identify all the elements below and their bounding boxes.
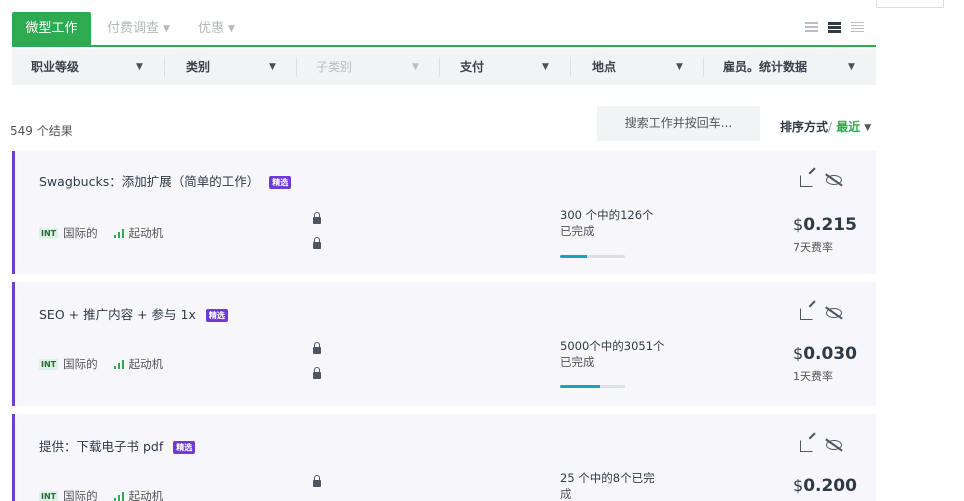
hide-eye-icon[interactable] [826, 440, 842, 450]
search-input[interactable]: 搜索工作并按回车... [597, 106, 760, 141]
list-view-icon[interactable] [805, 21, 819, 34]
chevron-down-icon[interactable]: ▼ [542, 49, 549, 85]
filter-category[interactable]: 类别 [186, 49, 210, 85]
sort-dropdown[interactable]: 排序方式/ 最近 ▼ [780, 118, 871, 135]
job-title-text: 提供：下载电子书 pdf [39, 439, 164, 454]
featured-badge: 精选 [173, 441, 196, 454]
result-count: 549 个结果 [10, 124, 73, 138]
external-link-icon[interactable] [800, 308, 813, 320]
progress-count: 5000个中的3051个 [560, 339, 665, 353]
featured-badge: 精选 [269, 176, 292, 189]
tab-label: 付费调查 [107, 21, 160, 36]
tab-label: 优惠 [198, 21, 225, 36]
location-label: 国际的 [63, 357, 98, 371]
pay-amount: 0.030 [803, 344, 857, 364]
sort-value: 最近 [836, 120, 861, 134]
international-tag: INT [39, 228, 59, 239]
external-link-icon[interactable] [800, 440, 813, 452]
lock-icon [313, 475, 321, 487]
level-bars-icon [113, 492, 124, 501]
card-actions [800, 306, 850, 322]
hide-eye-icon[interactable] [826, 175, 842, 185]
currency-symbol: $ [793, 476, 804, 495]
job-title-text: Swagbucks：添加扩展（简单的工作） [39, 174, 260, 189]
progress-status: 已完成 [560, 224, 595, 238]
success-rate: 1天费率 [793, 370, 833, 383]
progress-text: 300 个中的126个 已完成 [560, 207, 654, 239]
level-bars-icon [113, 229, 124, 238]
chevron-down-icon[interactable]: ▼ [136, 49, 143, 85]
location-label: 国际的 [63, 489, 98, 501]
external-link-icon[interactable] [800, 175, 813, 187]
level-label: 起动机 [128, 226, 164, 240]
location-label: 国际的 [63, 226, 98, 240]
progress-text: 5000个中的3051个 已完成 [560, 338, 665, 370]
progress-status: 成 [560, 487, 572, 501]
job-title-text: SEO + 推广内容 + 参与 1x [39, 307, 196, 322]
chevron-down-icon[interactable]: ▼ [848, 49, 855, 85]
chevron-down-icon[interactable]: ▼ [269, 49, 276, 85]
chevron-down-icon: ▼ [163, 24, 170, 34]
chevron-down-icon: ▼ [864, 123, 872, 133]
filter-bar: 职业等级 ▼ 类别 ▼ 子类别 ▼ 支付 ▼ 地点 ▼ 雇员。统计数据 ▼ [12, 49, 876, 85]
payment: $0.200 [793, 476, 857, 496]
lock-icon [313, 367, 321, 379]
progress-status: 已完成 [560, 355, 595, 369]
job-title[interactable]: Swagbucks：添加扩展（简单的工作） 精选 [39, 171, 292, 190]
job-tags: INT 国际的 起动机 [39, 488, 163, 501]
job-title[interactable]: SEO + 推广内容 + 参与 1x 精选 [39, 304, 228, 323]
progress-count: 25 个中的8个已完 [560, 471, 655, 485]
tab-paid-surveys[interactable]: 付费调查 ▼ [107, 12, 170, 45]
filter-payment[interactable]: 支付 [460, 49, 484, 85]
progress-bar [560, 255, 625, 258]
dense-view-icon[interactable] [851, 21, 864, 34]
pay-amount: 0.215 [803, 215, 857, 235]
job-tags: INT 国际的 起动机 [39, 356, 163, 372]
tab-offers[interactable]: 优惠 ▼ [198, 12, 235, 45]
level-bars-icon [113, 360, 124, 369]
job-card[interactable]: Swagbucks：添加扩展（简单的工作） 精选 INT 国际的 起动机 300 个中… [12, 151, 876, 274]
filter-job-level[interactable]: 职业等级 [31, 49, 79, 85]
payment: $0.215 7天费率 [793, 215, 857, 255]
featured-badge: 精选 [205, 309, 228, 322]
progress-text: 25 个中的8个已完 成 [560, 470, 655, 501]
currency-symbol: $ [793, 215, 804, 234]
payment: $0.030 1天费率 [793, 344, 857, 384]
lock-icon [313, 212, 321, 224]
hide-eye-icon[interactable] [826, 308, 842, 318]
tab-microjobs[interactable]: 微型工作 [12, 12, 91, 45]
job-card[interactable]: SEO + 推广内容 + 参与 1x 精选 INT 国际的 起动机 5000个中的30… [12, 282, 876, 406]
category-tabs: 微型工作 付费调查 ▼ 优惠 ▼ [12, 12, 876, 47]
progress-bar [560, 385, 625, 388]
job-card[interactable]: 提供：下载电子书 pdf 精选 INT 国际的 起动机 25 个中的8个已完 成 $0… [12, 414, 876, 501]
success-rate: 7天费率 [793, 241, 833, 254]
pay-amount: 0.200 [803, 476, 857, 496]
sort-label: 排序方式 [780, 120, 829, 134]
level-label: 起动机 [128, 489, 164, 501]
chevron-down-icon: ▼ [228, 24, 235, 34]
view-mode-switch [799, 20, 864, 34]
filter-employer-stats[interactable]: 雇员。统计数据 [723, 49, 807, 85]
progress-count: 300 个中的126个 [560, 208, 654, 222]
currency-symbol: $ [793, 344, 804, 363]
chevron-down-icon[interactable]: ▼ [676, 49, 683, 85]
tab-label: 微型工作 [25, 21, 78, 36]
lock-icon [313, 237, 321, 249]
job-title[interactable]: 提供：下载电子书 pdf 精选 [39, 436, 196, 455]
filter-location[interactable]: 地点 [592, 49, 616, 85]
international-tag: INT [39, 491, 59, 501]
lock-icon [313, 342, 321, 354]
level-label: 起动机 [128, 357, 164, 371]
corner-panel [876, 0, 944, 8]
international-tag: INT [39, 359, 59, 370]
compact-view-icon[interactable] [828, 21, 842, 34]
chevron-down-icon[interactable]: ▼ [412, 49, 419, 85]
filter-subcategory[interactable]: 子类别 [316, 49, 352, 85]
card-actions [800, 173, 850, 189]
job-tags: INT 国际的 起动机 [39, 225, 163, 241]
card-actions [800, 438, 850, 454]
